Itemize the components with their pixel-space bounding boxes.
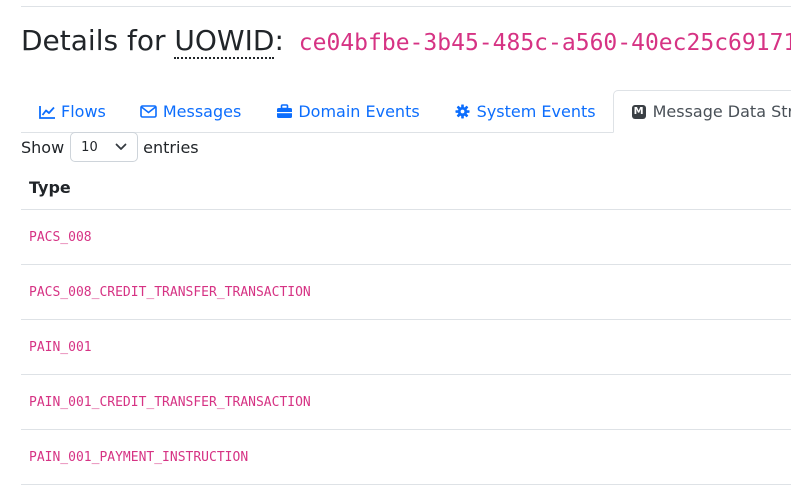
column-header-type[interactable]: Type [21, 165, 791, 210]
tab-domain-events-label: Domain Events [298, 102, 420, 121]
briefcase-icon [275, 103, 293, 121]
title-prefix: Details for [21, 24, 166, 57]
tab-message-data-structures-label: Message Data Structures [652, 102, 791, 121]
type-cell: PAIN_001 [29, 339, 92, 355]
data-structures-table: Type PACS_008 PACS_008_CREDIT_TRANSFER_T… [21, 165, 791, 485]
uowid-value: ce04bfbe-3b45-485c-a560-40ec25c69171 [298, 30, 791, 56]
type-cell: PACS_008_CREDIT_TRANSFER_TRANSACTION [29, 284, 311, 300]
envelope-icon [140, 103, 158, 121]
tab-flows[interactable]: Flows [21, 90, 123, 133]
type-cell: PACS_008 [29, 229, 92, 245]
uowid-abbr[interactable]: UOWID [174, 24, 275, 59]
title-colon: : [274, 24, 284, 57]
tab-message-data-structures[interactable]: M Message Data Structures [612, 90, 791, 133]
table-row: PAIN_001 [21, 320, 791, 375]
tab-system-events[interactable]: System Events [437, 90, 613, 133]
page: Details for UOWID: ce04bfbe-3b45-485c-a5… [0, 0, 791, 500]
show-label: Show [21, 137, 65, 157]
table-row: PACS_008 [21, 210, 791, 265]
type-cell: PAIN_001_CREDIT_TRANSFER_TRANSACTION [29, 394, 311, 410]
tab-flows-label: Flows [61, 102, 106, 121]
tab-bar: Flows Messages Domain Events System Even… [21, 90, 791, 133]
type-cell: PAIN_001_PAYMENT_INSTRUCTION [29, 449, 249, 465]
entries-length-control: Show 10 entries [21, 131, 199, 163]
m-badge-icon: M [630, 103, 648, 121]
table-row: PACS_008_CREDIT_TRANSFER_TRANSACTION [21, 265, 791, 320]
top-divider [21, 6, 791, 7]
tab-domain-events[interactable]: Domain Events [258, 90, 436, 133]
gear-icon [454, 103, 472, 121]
table-row: PAIN_001_PAYMENT_INSTRUCTION [21, 430, 791, 485]
chart-line-icon [38, 103, 56, 121]
tab-messages-label: Messages [162, 102, 242, 121]
table-row: PAIN_001_CREDIT_TRANSFER_TRANSACTION [21, 375, 791, 430]
chevron-down-icon [115, 140, 127, 155]
page-title: Details for UOWID: ce04bfbe-3b45-485c-a5… [21, 22, 791, 62]
tab-messages[interactable]: Messages [123, 90, 258, 133]
entries-select-value: 10 [81, 139, 98, 155]
entries-label: entries [143, 137, 199, 157]
entries-select[interactable]: 10 [70, 132, 139, 162]
tab-system-events-label: System Events [476, 102, 596, 121]
